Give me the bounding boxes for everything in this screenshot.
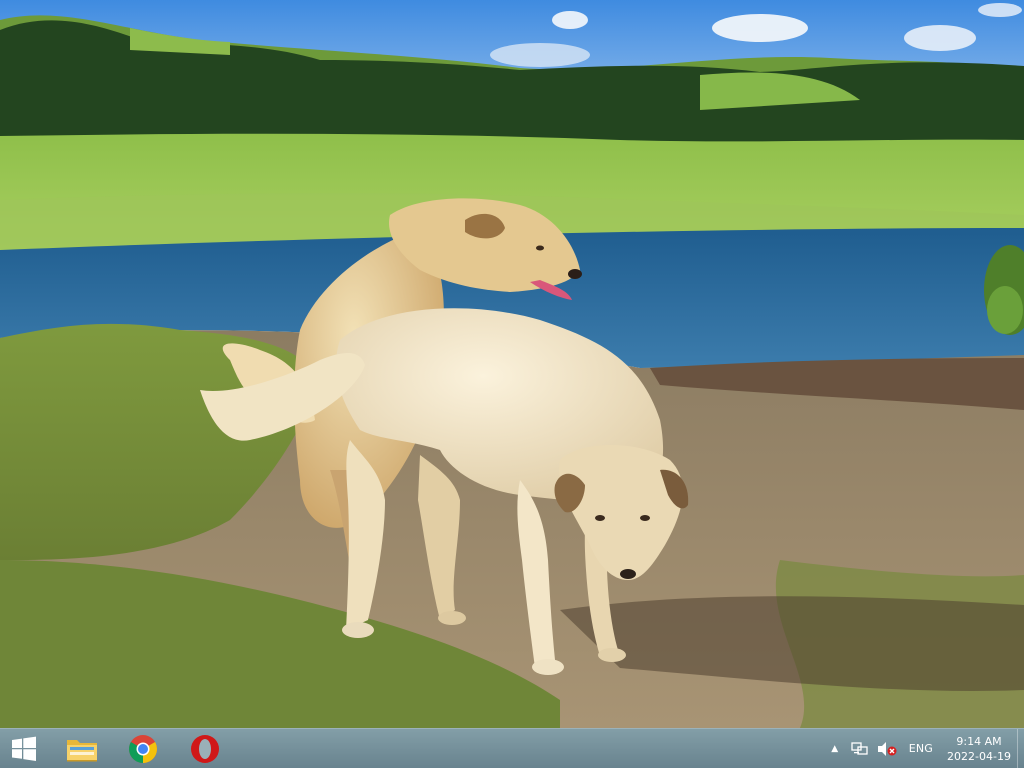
chrome-button[interactable] bbox=[115, 729, 171, 768]
desktop[interactable] bbox=[0, 0, 1024, 728]
chrome-icon bbox=[129, 734, 157, 763]
clock-date: 2022-04-19 bbox=[947, 749, 1011, 763]
show-hidden-icons-button[interactable]: ▲ bbox=[823, 729, 847, 768]
network-icon bbox=[851, 741, 868, 755]
clock[interactable]: 9:14 AM 2022-04-19 bbox=[941, 729, 1017, 768]
show-desktop-button[interactable] bbox=[1017, 729, 1024, 768]
opera-button[interactable] bbox=[177, 729, 233, 768]
taskbar: ▲ ENG 9:14 AM 2022-04-19 bbox=[0, 728, 1024, 768]
clock-time: 9:14 AM bbox=[956, 734, 1002, 748]
chevron-up-icon: ▲ bbox=[831, 743, 839, 754]
wallpaper bbox=[0, 0, 1024, 728]
volume-button[interactable] bbox=[873, 729, 901, 768]
opera-icon bbox=[191, 734, 219, 763]
volume-muted-icon bbox=[877, 741, 897, 756]
folder-icon bbox=[67, 739, 97, 761]
network-button[interactable] bbox=[847, 729, 873, 768]
start-button[interactable] bbox=[0, 729, 48, 768]
windows-logo-icon bbox=[12, 736, 36, 761]
language-indicator[interactable]: ENG bbox=[901, 729, 941, 768]
system-tray: ▲ ENG 9:14 AM 2022-04-19 bbox=[823, 729, 1024, 768]
file-explorer-button[interactable] bbox=[54, 729, 110, 768]
